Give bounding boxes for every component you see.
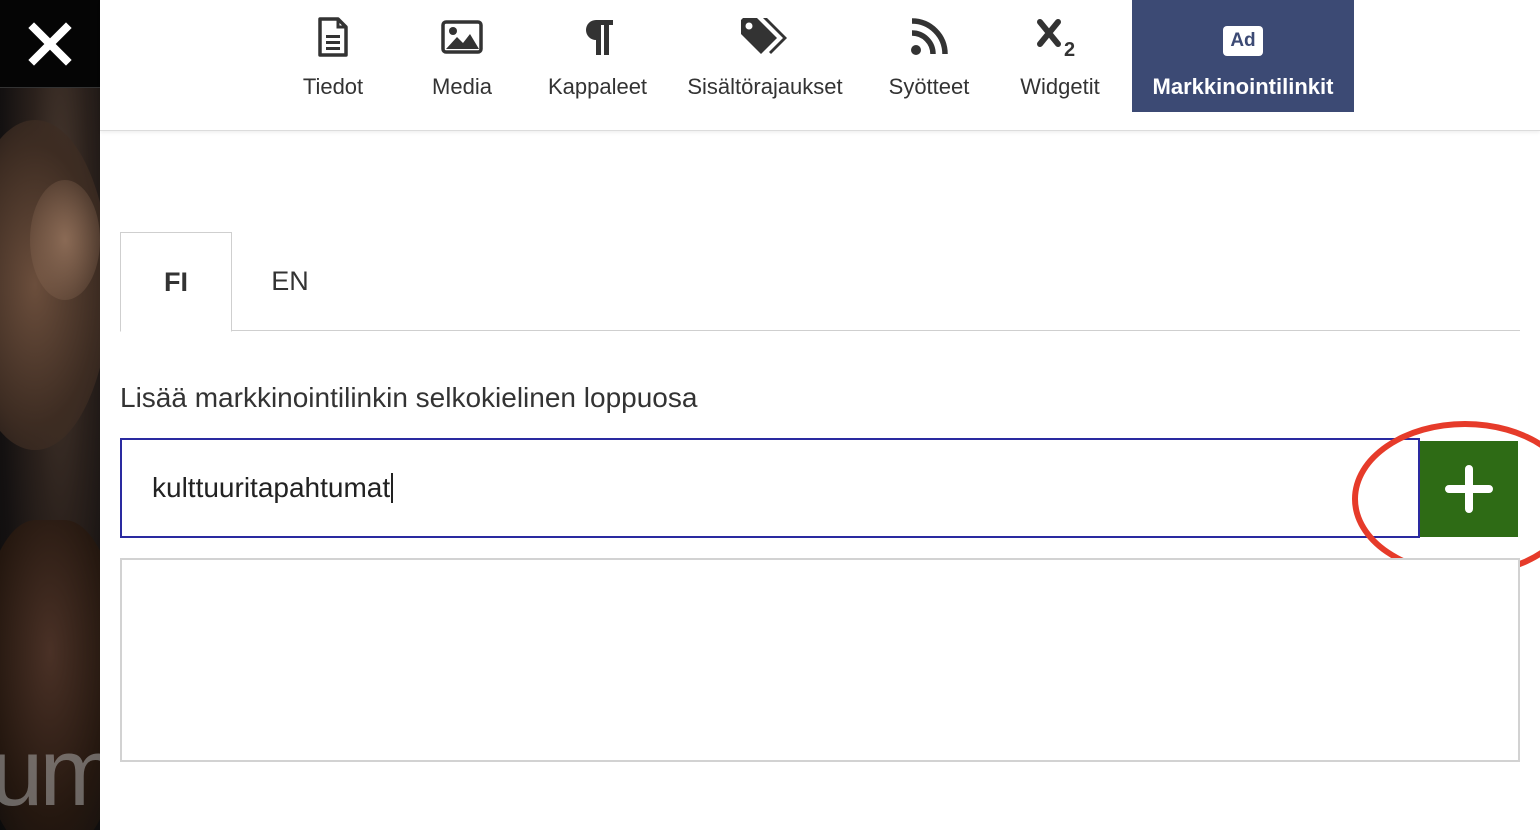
marketing-link-input-value: kulttuuritapahtumat <box>152 472 391 503</box>
ad-badge: Ad <box>1223 26 1263 56</box>
toolbar-item-label: Widgetit <box>1020 74 1100 99</box>
plus-icon <box>1445 465 1493 513</box>
toolbar-item-markkinointilinkit[interactable]: Ad Markkinointilinkit <box>1132 0 1354 112</box>
background-text: um <box>0 719 100 826</box>
background-blur-shape <box>30 180 100 300</box>
toolbar-item-sisaltorajaukset[interactable]: Sisältörajaukset <box>680 0 850 112</box>
editor-panel: Tiedot Media Kappaleet Sisältörajaukset … <box>100 0 1540 830</box>
toolbar-item-tiedot[interactable]: Tiedot <box>283 0 383 112</box>
toolbar-item-media[interactable]: Media <box>412 0 512 112</box>
ad-icon: Ad <box>1223 0 1263 74</box>
subscript-icon: 2 <box>1037 0 1083 74</box>
toolbar-item-widgetit[interactable]: 2 Widgetit <box>1010 0 1110 112</box>
tags-icon <box>739 0 791 74</box>
toolbar-item-label: Markkinointilinkit <box>1152 74 1334 99</box>
marketing-links-list <box>120 558 1520 762</box>
image-icon <box>441 0 483 74</box>
add-marketing-link-button[interactable] <box>1420 441 1518 537</box>
toolbar-item-label: Kappaleet <box>547 74 648 99</box>
toolbar-item-kappaleet[interactable]: Kappaleet <box>540 0 655 112</box>
marketing-link-field-label: Lisää markkinointilinkin selkokielinen l… <box>120 382 698 413</box>
language-tabs: FI EN <box>120 232 1520 332</box>
toolbar-item-label: Tiedot <box>302 74 364 99</box>
toolbar-item-label: Media <box>432 74 492 99</box>
toolbar-item-label: Syötteet <box>888 74 970 99</box>
close-icon <box>28 21 72 66</box>
close-button[interactable] <box>0 0 100 88</box>
marketing-link-input[interactable]: kulttuuritapahtumat <box>120 438 1420 538</box>
svg-text:2: 2 <box>1064 39 1075 58</box>
toolbar-item-label: Sisältörajaukset <box>687 74 843 99</box>
paragraph-icon <box>582 0 614 74</box>
toolbar-item-syotteet[interactable]: Syötteet <box>880 0 978 112</box>
background-image-strip: um <box>0 0 100 830</box>
rss-icon <box>910 0 948 74</box>
document-icon <box>317 0 349 74</box>
tab-fi[interactable]: FI <box>120 232 232 332</box>
tab-en[interactable]: EN <box>232 232 348 331</box>
text-caret <box>391 473 394 503</box>
section-toolbar: Tiedot Media Kappaleet Sisältörajaukset … <box>100 0 1540 131</box>
